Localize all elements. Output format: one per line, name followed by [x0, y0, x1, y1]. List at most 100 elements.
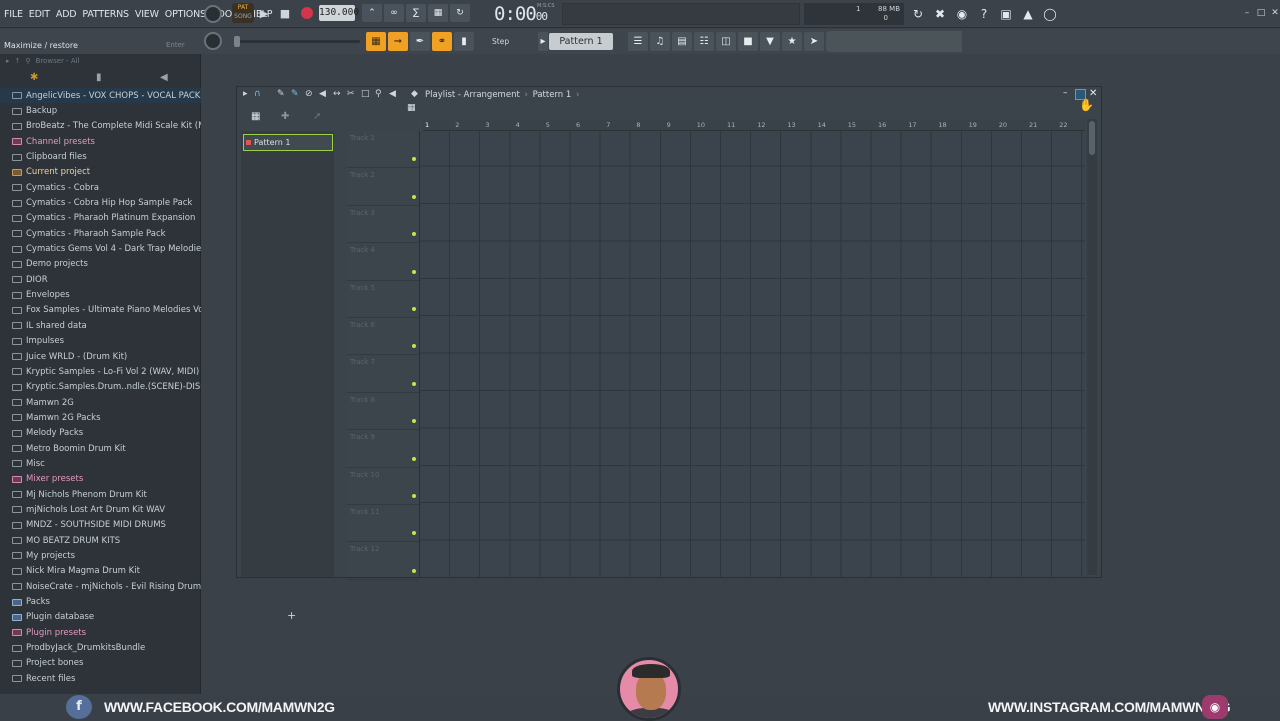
- slice-tool-icon[interactable]: ✂: [347, 89, 355, 99]
- browser-item[interactable]: Plugin database: [0, 610, 201, 625]
- scrollbar-thumb[interactable]: [1089, 121, 1095, 155]
- track-header[interactable]: Track 7: [347, 355, 419, 393]
- slider-handle[interactable]: [234, 36, 240, 47]
- save-icon[interactable]: ▣: [996, 4, 1016, 24]
- track-header[interactable]: Track 1: [347, 131, 419, 169]
- browser-item[interactable]: Fox Samples - Ultimate Piano Melodies Vo…: [0, 303, 201, 318]
- tempo-display[interactable]: 130.000: [319, 5, 359, 21]
- browser-item[interactable]: MO BEATZ DRUM KITS: [0, 533, 201, 548]
- browser-up-icon[interactable]: ↑: [15, 57, 21, 70]
- app-knob-icon[interactable]: [204, 5, 222, 23]
- browser-file-icon[interactable]: ▮: [96, 72, 102, 83]
- track-header[interactable]: Track 2: [347, 168, 419, 206]
- stop-button[interactable]: ■: [276, 4, 294, 22]
- select-tool-icon[interactable]: □: [361, 89, 370, 99]
- track-header[interactable]: Track 12: [347, 542, 419, 580]
- paint-tool-icon[interactable]: ✎: [291, 89, 299, 99]
- slip-tool-icon[interactable]: ↔: [333, 89, 341, 99]
- track-active-led-icon[interactable]: [412, 306, 416, 311]
- track-active-led-icon[interactable]: [412, 493, 416, 498]
- browser-item[interactable]: Backup: [0, 103, 201, 118]
- browser-item[interactable]: Cymatics - Cobra Hip Hop Sample Pack: [0, 195, 201, 210]
- browser-item[interactable]: Cymatics Gems Vol 4 - Dark Trap Melodies: [0, 241, 201, 256]
- track-header[interactable]: Track 4: [347, 243, 419, 281]
- browser-item[interactable]: Cymatics - Pharaoh Platinum Expansion: [0, 211, 201, 226]
- browser-item[interactable]: DIOR: [0, 272, 201, 287]
- track-header[interactable]: Track 10: [347, 468, 419, 505]
- undo-history-icon[interactable]: ↻: [908, 4, 928, 24]
- track-header[interactable]: Track 8: [347, 393, 419, 431]
- browser-item[interactable]: Mamwn 2G Packs: [0, 410, 201, 425]
- pat-song-toggle[interactable]: PAT SONG: [232, 3, 254, 23]
- app-minimize-icon[interactable]: –: [1242, 8, 1252, 18]
- typing-keyboard-button[interactable]: ▮: [454, 32, 474, 51]
- track-header[interactable]: Track 9: [347, 430, 419, 468]
- browser-item[interactable]: Kryptic Samples - Lo-Fi Vol 2 (WAV, MIDI…: [0, 364, 201, 379]
- track-active-led-icon[interactable]: [412, 456, 416, 461]
- browser-item[interactable]: Melody Packs: [0, 426, 201, 441]
- add-pattern-button[interactable]: +: [287, 609, 296, 622]
- pattern-mode-button[interactable]: ▦: [366, 32, 386, 51]
- browser-item[interactable]: Mj Nichols Phenom Drum Kit: [0, 487, 201, 502]
- browser-item[interactable]: Envelopes: [0, 287, 201, 302]
- tempo-tapper-button[interactable]: ★: [782, 32, 802, 51]
- pattern-picker-icon[interactable]: ▦: [251, 111, 260, 122]
- chat-icon[interactable]: ◯: [1040, 4, 1060, 24]
- time-ruler[interactable]: 1 2 3 4 5 6 7 8 9 10 11 12 13 14 15 16 17 18 19 20 21 22: [423, 119, 1085, 131]
- browser-item[interactable]: Misc: [0, 456, 201, 471]
- browser-item[interactable]: Plugin presets: [0, 625, 201, 640]
- loop-record-button[interactable]: ↻: [450, 4, 470, 22]
- playlist-titlebar[interactable]: ▸ ∩ ✎ ✎ ⊘ ◀ ↔ ✂ □ ⚲ ◀ ◆ Playlist - Arran…: [237, 87, 1101, 103]
- browser-item[interactable]: Cymatics - Pharaoh Sample Pack: [0, 226, 201, 241]
- magnet-icon[interactable]: ∩: [254, 89, 261, 99]
- browser-item[interactable]: Juice WRLD - (Drum Kit): [0, 349, 201, 364]
- browser-item[interactable]: mjNichols Lost Art Drum Kit WAV: [0, 502, 201, 517]
- browser-item[interactable]: AngelicVibes - VOX CHOPS - VOCAL PACK: [0, 88, 201, 104]
- browser-item[interactable]: Project bones: [0, 656, 201, 671]
- menu-patterns[interactable]: PATTERNS: [82, 9, 129, 20]
- delete-tool-icon[interactable]: ⊘: [305, 89, 313, 99]
- mic-icon[interactable]: ◉: [952, 4, 972, 24]
- vertical-scrollbar[interactable]: [1087, 119, 1097, 575]
- panic-icon[interactable]: ✖: [930, 4, 950, 24]
- browser-item[interactable]: Packs: [0, 594, 201, 609]
- track-active-led-icon[interactable]: [412, 232, 416, 237]
- track-header[interactable]: Track 6: [347, 318, 419, 356]
- browser-item[interactable]: Current project: [0, 165, 201, 180]
- arrangement-icon[interactable]: ◆: [411, 89, 418, 99]
- browser-item[interactable]: Mixer presets: [0, 472, 201, 487]
- menu-view[interactable]: VIEW: [135, 9, 159, 20]
- track-header[interactable]: Track 3: [347, 206, 419, 244]
- menu-edit[interactable]: EDIT: [29, 9, 50, 20]
- plugin-icon[interactable]: ▲: [1018, 4, 1038, 24]
- wait-input-button[interactable]: ∞: [384, 4, 404, 22]
- browser-speaker-icon[interactable]: ◀: [160, 72, 168, 83]
- menu-add[interactable]: ADD: [56, 9, 77, 20]
- browser-item[interactable]: Demo projects: [0, 257, 201, 272]
- track-header[interactable]: Track 11: [347, 505, 419, 543]
- pattern-picker-small-icon[interactable]: ▦: [407, 103, 416, 113]
- browser-item[interactable]: Metro Boomin Drum Kit: [0, 441, 201, 456]
- metronome-button[interactable]: ⌃: [362, 4, 382, 22]
- record-button[interactable]: [298, 4, 316, 22]
- playback-tool-icon[interactable]: ◀: [389, 89, 396, 99]
- snap-link-button[interactable]: ⚭: [432, 32, 452, 51]
- plugin-wrapper-button[interactable]: ▼: [760, 32, 780, 51]
- step-edit-button[interactable]: ▦: [428, 4, 448, 22]
- browser-collapse-icon[interactable]: ✱: [30, 72, 38, 83]
- track-active-led-icon[interactable]: [412, 531, 416, 536]
- browser-item[interactable]: Clipboard files: [0, 149, 201, 164]
- track-active-led-icon[interactable]: [412, 419, 416, 424]
- playlist-button[interactable]: ☰: [628, 32, 648, 51]
- browser-button[interactable]: ■: [738, 32, 758, 51]
- mixer-button[interactable]: ☷: [694, 32, 714, 51]
- browser-item[interactable]: Cymatics - Cobra: [0, 180, 201, 195]
- zoom-tool-icon[interactable]: ⚲: [375, 89, 382, 99]
- pen-tool-button[interactable]: ✒: [410, 32, 430, 51]
- browser-item[interactable]: Recent files: [0, 671, 201, 686]
- play-button[interactable]: ▶: [255, 4, 273, 22]
- link-channels-icon[interactable]: ➚: [313, 111, 321, 122]
- browser-item[interactable]: NoiseCrate - mjNichols - Evil Rising Dru…: [0, 579, 201, 594]
- browser-item[interactable]: Nick Mira Magma Drum Kit: [0, 564, 201, 579]
- pattern-clip-item[interactable]: Pattern 1: [243, 134, 333, 151]
